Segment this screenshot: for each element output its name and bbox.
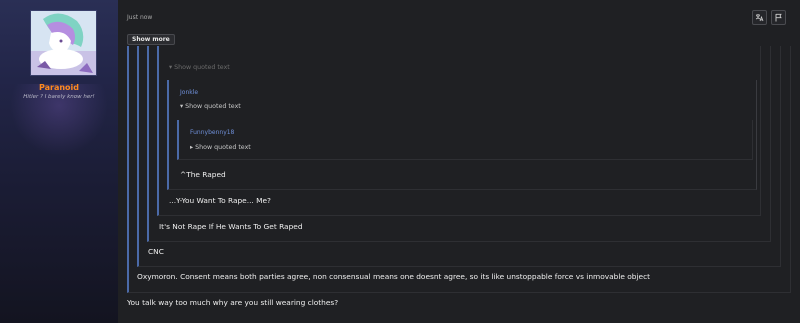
user-sidebar: Paranoid Hitler ? I barely know her! [0, 0, 118, 323]
show-quoted-text-toggle[interactable]: ▾ Show quoted text [180, 103, 241, 110]
quote-author-link[interactable]: Jonkle [180, 89, 198, 96]
username[interactable]: Paranoid [0, 83, 118, 92]
post-timestamp[interactable]: Just now [127, 14, 152, 21]
quote-text: It's Not Rape If He Wants To Get Raped [159, 222, 303, 231]
avatar-image [31, 11, 96, 75]
post-container: Paranoid Hitler ? I barely know her! Jus… [0, 0, 800, 323]
show-quoted-text-toggle[interactable]: ▾ Show quoted text [169, 64, 230, 71]
quote-text: CNC [148, 247, 164, 256]
translate-icon [755, 14, 764, 22]
quote-level-2 [177, 120, 753, 160]
quote-text: ...Y-You Want To Rape... Me? [169, 196, 271, 205]
quote-author-link[interactable]: Funnybenny18 [190, 129, 234, 136]
user-title: Hitler ? I barely know her! [23, 94, 95, 100]
avatar[interactable] [30, 10, 97, 76]
report-button[interactable] [771, 10, 786, 25]
quote-text: Oxymoron. Consent means both parties agr… [137, 272, 651, 281]
show-more-button[interactable]: Show more [127, 34, 175, 45]
reply-text: You talk way too much why are you still … [127, 298, 339, 307]
translate-button[interactable] [752, 10, 767, 25]
show-quoted-text-toggle[interactable]: ▸ Show quoted text [190, 144, 251, 151]
quote-text: ^The Raped [180, 170, 226, 179]
flag-icon [775, 13, 782, 22]
